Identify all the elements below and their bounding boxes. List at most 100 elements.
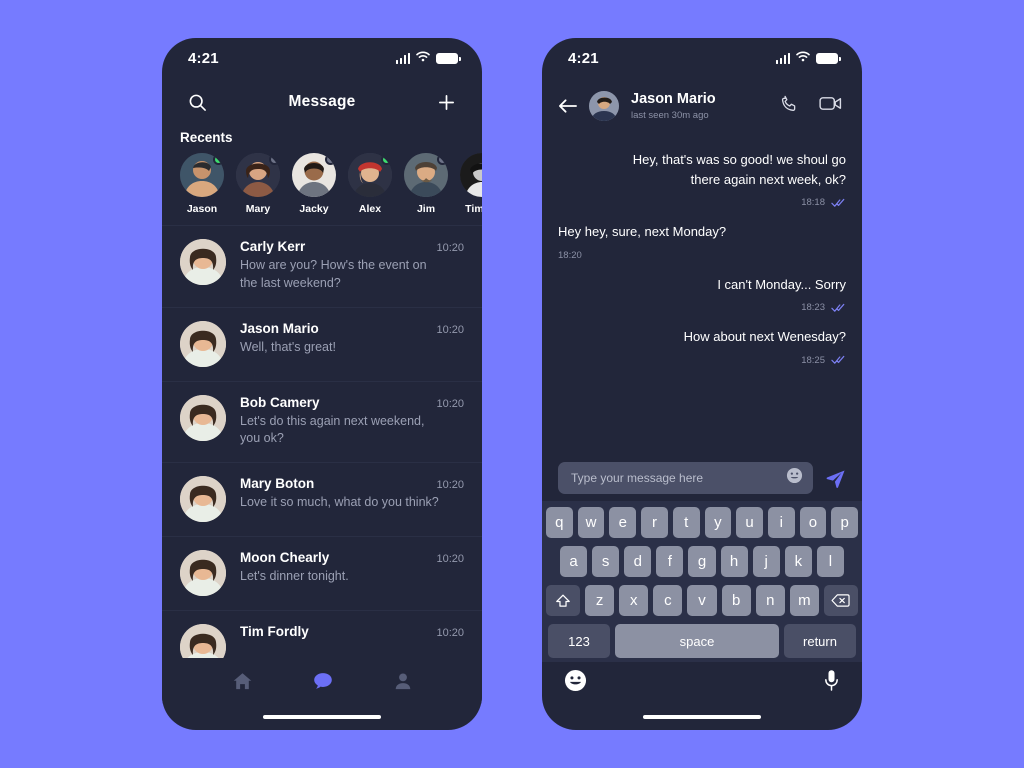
key-space[interactable]: space (615, 624, 779, 658)
microphone-icon[interactable] (823, 669, 840, 697)
conversation-list[interactable]: Carly Kerr 10:20 How are you? How's the … (162, 225, 482, 658)
recent-contact[interactable]: Jim (404, 153, 448, 215)
backspace-icon[interactable] (823, 585, 858, 616)
search-icon[interactable] (184, 89, 210, 115)
list-item[interactable]: Tim Fordly 10:20 (162, 610, 482, 658)
key-e[interactable]: e (609, 507, 637, 538)
key-o[interactable]: o (799, 507, 827, 538)
keyboard-row-3: z x c v b n m (546, 585, 858, 616)
message-meta: 18:18 (801, 197, 846, 208)
avatar[interactable] (589, 91, 619, 121)
key-v[interactable]: v (687, 585, 717, 616)
key-n[interactable]: n (755, 585, 785, 616)
phone-icon[interactable] (780, 94, 799, 118)
message-text: I can't Monday... Sorry (717, 276, 846, 292)
phone-messages-screen: 4:21 Message Recents Jason Mary Jacky Al… (162, 38, 482, 730)
recent-contact[interactable]: Jacky (292, 153, 336, 215)
presence-dot (213, 154, 224, 165)
key-p[interactable]: p (831, 507, 859, 538)
key-c[interactable]: c (653, 585, 683, 616)
key-t[interactable]: t (672, 507, 700, 538)
home-indicator[interactable] (643, 714, 761, 720)
home-icon[interactable] (232, 671, 253, 692)
key-j[interactable]: j (752, 546, 780, 577)
message-time: 18:20 (558, 249, 582, 261)
key-r[interactable]: r (641, 507, 668, 538)
list-item[interactable]: Jason Mario 10:20 Well, that's great! (162, 306, 482, 381)
list-item[interactable]: Moon Chearly 10:20 Let's dinner tonight. (162, 536, 482, 610)
list-item[interactable]: Bob Camery 10:20 Let's do this again nex… (162, 380, 482, 463)
key-d[interactable]: d (624, 546, 652, 577)
list-item[interactable]: Carly Kerr 10:20 How are you? How's the … (162, 225, 482, 307)
signal-strength-icon (775, 52, 790, 64)
list-item-body: Tim Fordly 10:20 (240, 624, 464, 642)
avatar (236, 153, 280, 197)
key-k[interactable]: k (784, 546, 812, 577)
emoji-smiley-icon[interactable] (786, 467, 803, 489)
recent-contact[interactable]: Mary (236, 153, 280, 215)
key-w[interactable]: w (577, 507, 605, 538)
chat-header: Jason Mario last seen 30m ago (542, 78, 862, 134)
key-z[interactable]: z (585, 585, 615, 616)
message-incoming: Hey hey, sure, next Monday? 18:20 (558, 222, 846, 261)
list-item[interactable]: Mary Boton 10:20 Love it so much, what d… (162, 462, 482, 536)
key-q[interactable]: q (545, 507, 573, 538)
key-numeric-toggle[interactable]: 123 (548, 624, 610, 658)
avatar (180, 550, 226, 596)
key-g[interactable]: g (688, 546, 716, 577)
key-a[interactable]: a (560, 546, 588, 577)
double-check-icon (831, 303, 846, 313)
message-preview: Let's do this again next weekend, you ok… (240, 413, 425, 446)
timestamp: 10:20 (436, 397, 464, 410)
person-icon[interactable] (393, 671, 413, 691)
timestamp: 10:20 (436, 553, 464, 565)
emoji-face-icon[interactable] (564, 669, 587, 697)
contact-name: Carly Kerr (240, 239, 306, 254)
plus-icon[interactable] (434, 89, 460, 115)
avatar (404, 153, 448, 197)
message-time: 18:18 (801, 197, 825, 208)
list-item-header: Tim Fordly 10:20 (240, 624, 464, 639)
back-arrow-icon[interactable] (558, 98, 577, 114)
shift-icon[interactable] (546, 585, 580, 616)
recents-strip[interactable]: Jason Mary Jacky Alex Jim Tim (162, 153, 482, 225)
key-y[interactable]: y (704, 507, 732, 538)
recent-contact-name: Timmy (465, 203, 482, 215)
recent-contact[interactable]: Alex (348, 153, 392, 215)
home-indicator[interactable] (263, 714, 381, 720)
message-input-placeholder[interactable]: Type your message here (571, 471, 778, 485)
messages-top-bar: Message (162, 78, 482, 126)
list-item-body: Moon Chearly 10:20 Let's dinner tonight. (240, 550, 464, 586)
recent-contact[interactable]: Jason (180, 153, 224, 215)
message-meta: 18:25 (801, 355, 846, 366)
chat-bubble-icon[interactable] (312, 670, 334, 692)
recent-contact-name: Jason (186, 203, 218, 215)
key-l[interactable]: l (816, 546, 844, 577)
bottom-navigation[interactable] (162, 658, 482, 704)
send-paper-plane-icon[interactable] (825, 468, 846, 489)
key-h[interactable]: h (720, 546, 748, 577)
key-i[interactable]: i (767, 507, 795, 538)
key-m[interactable]: m (789, 585, 819, 616)
avatar (180, 239, 226, 285)
message-time: 18:25 (801, 354, 825, 366)
avatar (180, 624, 226, 658)
key-return[interactable]: return (784, 624, 856, 658)
on-screen-keyboard[interactable]: q w e r t y u i o p a s d f g h j k l z … (542, 501, 862, 662)
key-b[interactable]: b (721, 585, 751, 616)
message-input-wrapper[interactable]: Type your message here (558, 462, 813, 494)
double-check-icon (831, 355, 846, 365)
key-s[interactable]: s (592, 546, 620, 577)
avatar (180, 153, 224, 197)
recent-contact[interactable]: Timmy (460, 153, 482, 215)
key-u[interactable]: u (736, 507, 763, 538)
home-indicator-area (162, 704, 482, 730)
contact-name: Mary Boton (240, 476, 315, 491)
page-title: Message (288, 93, 356, 110)
key-f[interactable]: f (656, 546, 684, 577)
key-x[interactable]: x (619, 585, 649, 616)
chat-peer-info: Jason Mario last seen 30m ago (631, 91, 768, 121)
message-outgoing: I can't Monday... Sorry 18:23 (558, 275, 846, 314)
chat-peer-status: last seen 30m ago (631, 109, 709, 121)
video-camera-icon[interactable] (819, 95, 842, 117)
